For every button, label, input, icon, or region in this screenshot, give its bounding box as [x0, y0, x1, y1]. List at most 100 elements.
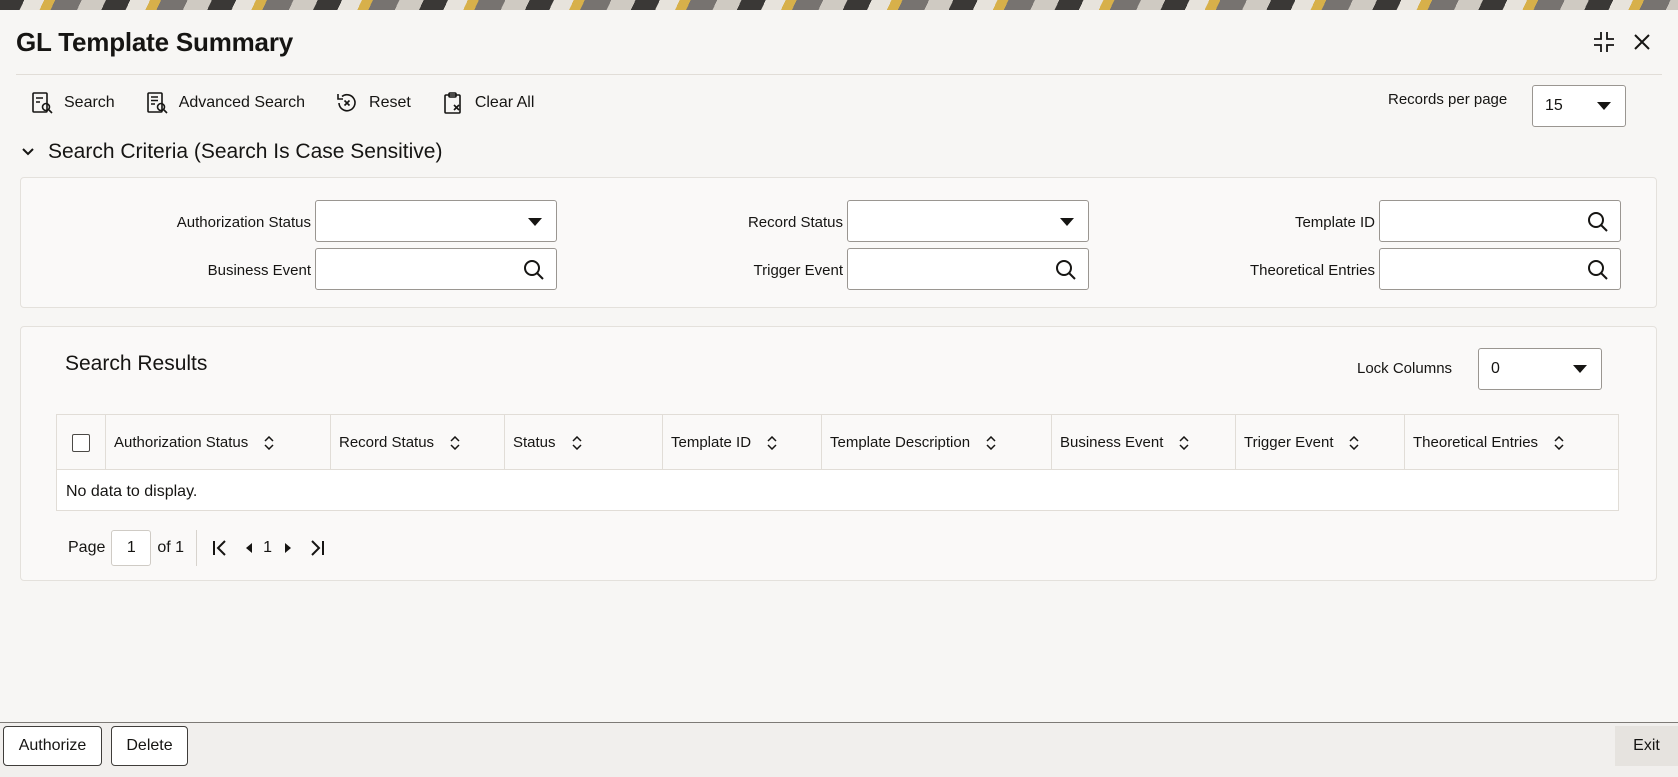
search-icon[interactable]	[1586, 258, 1610, 282]
authorize-button[interactable]: Authorize	[3, 726, 102, 766]
clear-all-label: Clear All	[474, 94, 535, 111]
last-page-icon	[311, 540, 324, 556]
maximize-button[interactable]	[1590, 28, 1618, 56]
sort-icon	[1349, 435, 1360, 450]
pager-divider	[196, 530, 198, 566]
page-of-label: of 1	[157, 539, 185, 556]
footer-bar	[0, 722, 1678, 777]
column-header-template-description[interactable]: Template Description	[821, 415, 1051, 470]
theoretical-entries-label: Theoretical Entries	[1249, 262, 1375, 279]
column-header-theoretical-entries[interactable]: Theoretical Entries	[1404, 415, 1618, 470]
current-page-number[interactable]: 1	[263, 539, 272, 557]
column-header-template-id[interactable]: Template ID	[662, 415, 821, 470]
trigger-event-input[interactable]	[847, 248, 1089, 290]
theoretical-entries-input[interactable]	[1379, 248, 1621, 290]
search-doc-icon	[32, 92, 53, 114]
records-per-page-select[interactable]: 15	[1532, 85, 1626, 127]
sort-icon	[450, 435, 460, 450]
column-header-label: Template ID	[671, 434, 752, 451]
reset-icon	[337, 93, 356, 112]
title-divider	[16, 74, 1662, 75]
sort-icon	[767, 435, 777, 450]
first-page-button[interactable]	[211, 539, 229, 557]
lock-columns-value: 0	[1491, 360, 1500, 377]
records-per-page-value: 15	[1545, 97, 1563, 114]
search-icon[interactable]	[1054, 258, 1078, 282]
authorize-label: Authorize	[18, 737, 87, 754]
business-event-input[interactable]	[315, 248, 557, 290]
results-table: Authorization Status Record Status Statu…	[56, 414, 1619, 511]
reset-button[interactable]: Reset	[335, 91, 411, 115]
sort-icon	[264, 435, 274, 450]
search-criteria-panel: Authorization Status Record Status Templ…	[20, 177, 1657, 308]
exit-button[interactable]: Exit	[1615, 726, 1678, 766]
next-page-button[interactable]	[282, 541, 294, 555]
advanced-search-button[interactable]: Advanced Search	[145, 91, 305, 115]
close-button[interactable]	[1628, 28, 1656, 56]
column-header-label: Authorization Status	[114, 434, 249, 451]
lock-columns-select[interactable]: 0	[1478, 348, 1602, 390]
maximize-icon	[1594, 32, 1614, 52]
exit-label: Exit	[1633, 737, 1660, 754]
empty-message: No data to display.	[66, 483, 198, 500]
page-number-input[interactable]: 1	[111, 530, 152, 566]
advanced-search-icon	[146, 92, 168, 114]
column-header-label: Theoretical Entries	[1413, 434, 1539, 451]
chevron-down-icon	[1573, 365, 1587, 373]
reset-label: Reset	[369, 94, 411, 111]
record-status-label: Record Status	[747, 214, 843, 231]
sort-icon	[1179, 435, 1189, 450]
column-header-label: Trigger Event	[1244, 434, 1334, 451]
column-header-label: Business Event	[1060, 434, 1164, 451]
search-button[interactable]: Search	[30, 91, 115, 115]
sort-icon	[986, 435, 996, 450]
column-header-authorization-status[interactable]: Authorization Status	[105, 415, 330, 470]
records-per-page-label: Records per page	[1388, 91, 1508, 108]
toolbar: Search Advanced Search Reset Clear All	[30, 88, 564, 118]
column-header-trigger-event[interactable]: Trigger Event	[1235, 415, 1404, 470]
page-label: Page	[68, 539, 106, 556]
search-criteria-toggle[interactable]: Search Criteria (Search Is Case Sensitiv…	[20, 140, 442, 164]
column-header-label: Record Status	[339, 434, 435, 451]
sort-icon	[1554, 435, 1564, 450]
previous-page-icon	[246, 543, 253, 553]
previous-page-button[interactable]	[243, 541, 255, 555]
next-page-icon	[284, 543, 291, 553]
template-id-input[interactable]	[1379, 200, 1621, 242]
authorization-status-select[interactable]	[315, 200, 557, 242]
advanced-search-label: Advanced Search	[178, 94, 306, 111]
trigger-event-label: Trigger Event	[753, 262, 843, 279]
lock-columns-label: Lock Columns	[1357, 360, 1453, 377]
column-header-label: Status	[513, 434, 556, 451]
column-header-status[interactable]: Status	[504, 415, 662, 470]
first-page-icon	[213, 540, 226, 556]
top-banner	[0, 0, 1678, 10]
close-icon	[1634, 34, 1650, 50]
page-number-value: 1	[126, 539, 136, 556]
select-all-checkbox[interactable]	[72, 434, 90, 452]
pagination: Page 1 of 1 1	[68, 530, 340, 566]
column-header-record-status[interactable]: Record Status	[330, 415, 504, 470]
record-status-select[interactable]	[847, 200, 1089, 242]
clear-all-icon	[444, 92, 461, 114]
delete-button[interactable]: Delete	[111, 726, 188, 766]
column-header-label: Template Description	[830, 434, 971, 451]
chevron-down-icon	[1060, 218, 1074, 226]
search-criteria-title: Search Criteria (Search Is Case Sensitiv…	[48, 140, 443, 163]
clear-all-button[interactable]: Clear All	[441, 91, 535, 115]
column-header-business-event[interactable]: Business Event	[1051, 415, 1235, 470]
delete-label: Delete	[126, 737, 173, 754]
page-title: GL Template Summary	[16, 27, 293, 57]
template-id-label: Template ID	[1294, 214, 1375, 231]
search-icon[interactable]	[522, 258, 546, 282]
business-event-label: Business Event	[207, 262, 311, 279]
chevron-down-icon	[1597, 102, 1611, 110]
chevron-down-icon	[22, 148, 34, 156]
search-icon[interactable]	[1586, 210, 1610, 234]
authorization-status-label: Authorization Status	[176, 214, 311, 231]
chevron-down-icon	[528, 218, 542, 226]
search-results-title: Search Results	[65, 352, 208, 375]
sort-icon	[572, 435, 582, 450]
last-page-button[interactable]	[308, 539, 326, 557]
search-button-label: Search	[64, 94, 115, 111]
